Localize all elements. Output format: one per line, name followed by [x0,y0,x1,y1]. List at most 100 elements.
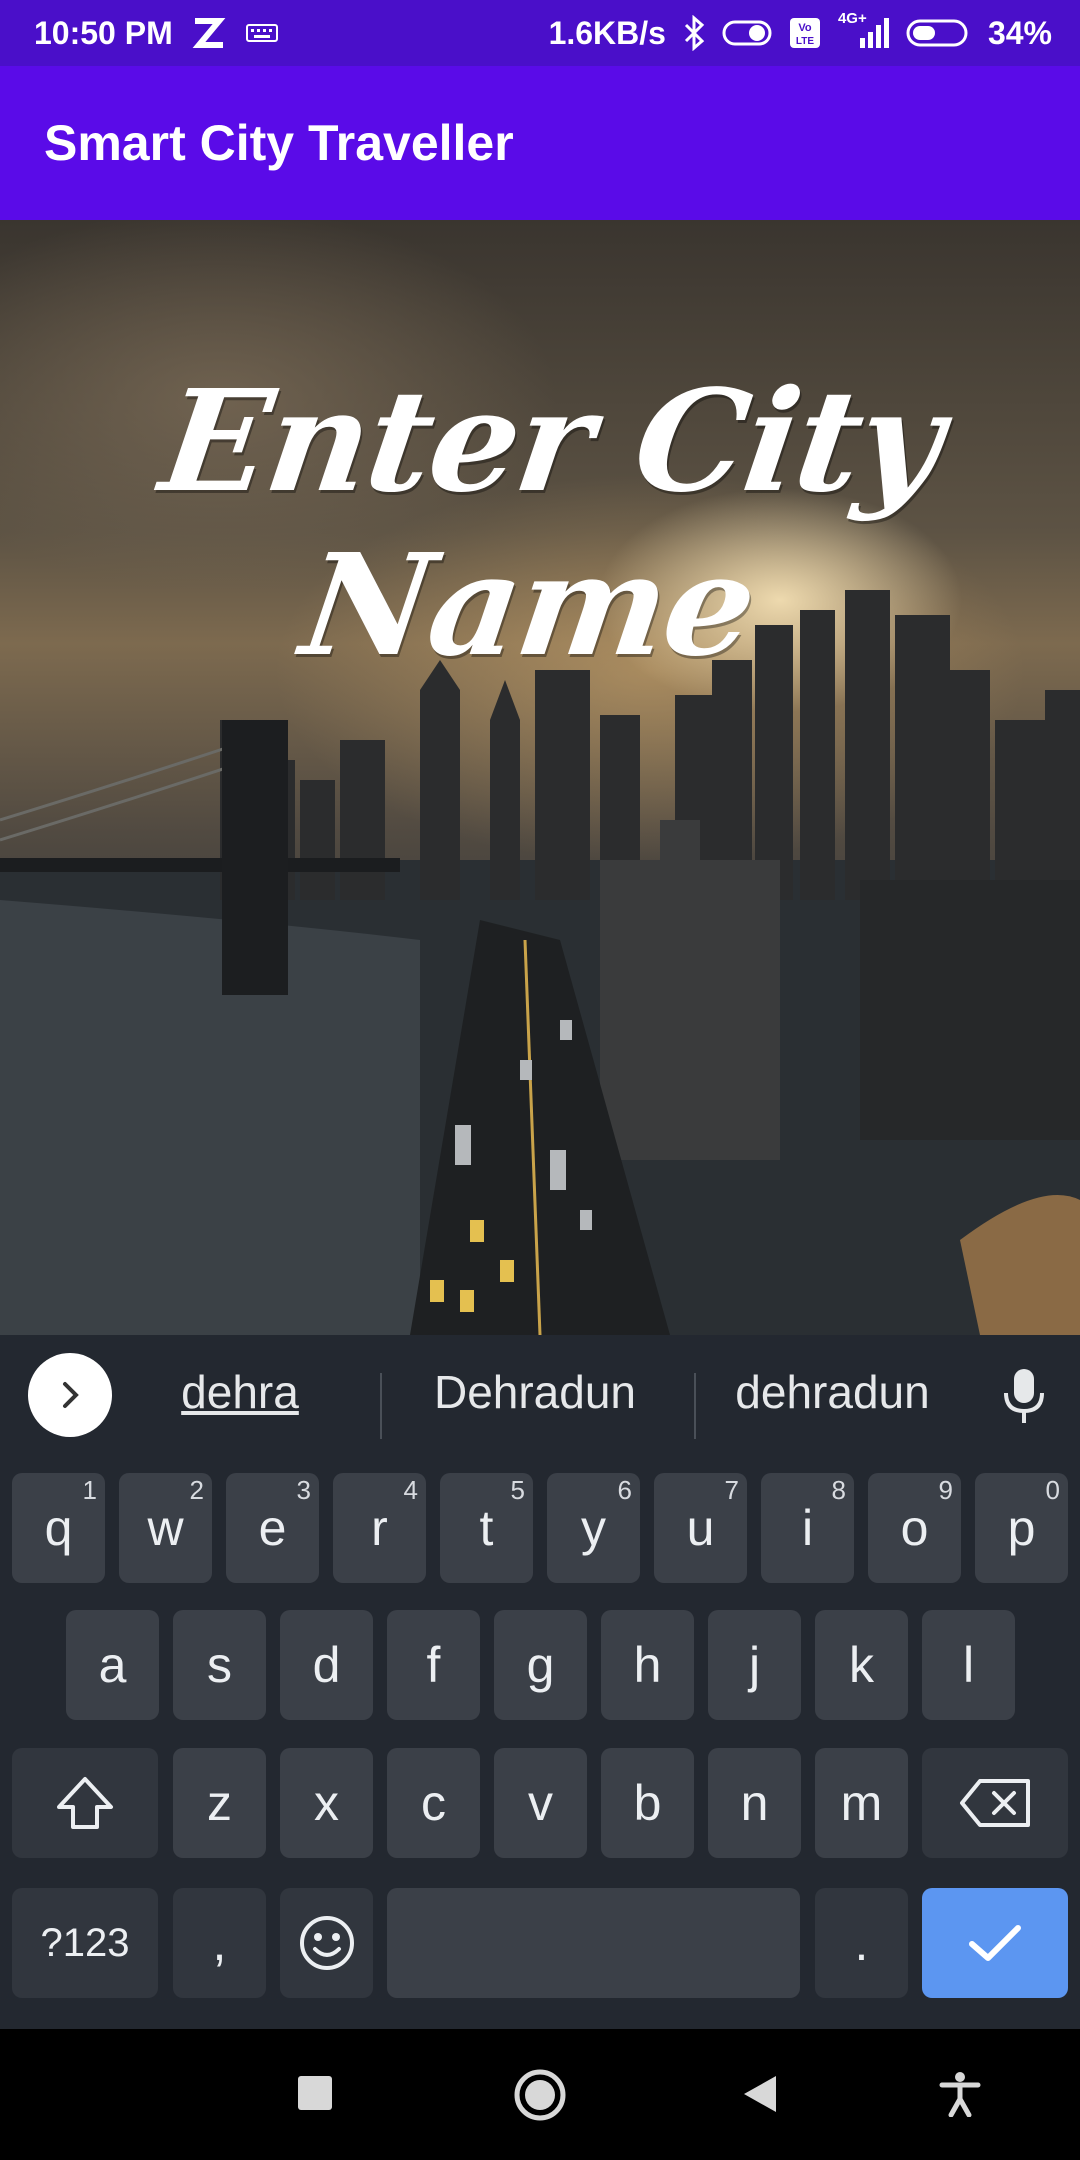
check-icon [969,1925,1021,1961]
backspace-icon [960,1779,1030,1827]
key-hint: 7 [724,1475,739,1505]
navigation-bar [0,2029,1080,2160]
key-hint: 4 [403,1475,418,1505]
network-speed: 1.6KB/s [548,14,666,51]
key-q[interactable]: q1 [12,1473,105,1583]
key-k[interactable]: k [815,1610,908,1720]
suggestion-3[interactable]: dehradun [710,1365,955,1419]
key-l[interactable]: l [922,1610,1015,1720]
key-label: v [528,1775,553,1831]
key-label: ?123 [40,1920,130,1965]
key-d[interactable]: d [280,1610,373,1720]
city-background-image: Enter City Name dehra [0,220,1080,1335]
symbols-key[interactable]: ?123 [12,1888,158,1998]
key-c[interactable]: c [387,1748,480,1858]
key-label: o [900,1500,929,1556]
key-label: i [801,1500,814,1556]
key-label: l [962,1637,975,1693]
key-label: u [686,1500,715,1556]
key-label: p [1007,1500,1036,1556]
key-label: x [314,1775,339,1831]
key-label: n [740,1775,769,1831]
key-g[interactable]: g [494,1610,587,1720]
key-x[interactable]: x [280,1748,373,1858]
app-notification-icon [189,15,229,51]
key-label: a [98,1637,127,1693]
key-hint: 9 [938,1475,953,1505]
key-label: j [748,1637,761,1693]
key-e[interactable]: e3 [226,1473,319,1583]
bluetooth-icon [682,15,706,51]
app-title: Smart City Traveller [44,115,514,171]
screen: 10:50 PM 1.6KB/s Vo LTE 4G+ 34% Smart Ci… [0,0,1080,2160]
key-p[interactable]: p0 [975,1473,1068,1583]
key-label: r [371,1500,388,1556]
key-s[interactable]: s [173,1610,266,1720]
key-hint: 2 [189,1475,204,1505]
key-z[interactable]: z [173,1748,266,1858]
key-hint: 1 [82,1475,97,1505]
suggestion-divider [380,1373,382,1439]
home-icon[interactable] [512,2067,568,2128]
shift-icon [57,1777,113,1829]
key-w[interactable]: w2 [119,1473,212,1583]
key-i[interactable]: i8 [761,1473,854,1583]
accessibility-icon[interactable] [939,2071,981,2122]
svg-text:Vo: Vo [798,22,812,34]
key-n[interactable]: n [708,1748,801,1858]
emoji-icon [299,1916,354,1970]
signal-icon: 4G+ [838,10,890,50]
shift-key[interactable] [12,1748,158,1858]
key-t[interactable]: t5 [440,1473,533,1583]
volte-icon: Vo LTE [788,16,822,50]
key-label: q [44,1500,73,1556]
key-j[interactable]: j [708,1610,801,1720]
key-hint: 5 [510,1475,525,1505]
key-label: z [207,1775,232,1831]
key-m[interactable]: m [815,1748,908,1858]
expand-toolbar-button[interactable] [28,1353,112,1437]
period-key[interactable]: . [815,1888,908,1998]
toggle-icon [722,18,772,48]
comma-key[interactable]: , [173,1888,266,1998]
suggestion-2[interactable]: Dehradun [405,1365,665,1419]
chevron-right-icon [63,1382,79,1408]
key-label: f [426,1637,441,1693]
status-time: 10:50 PM [34,14,173,51]
enter-key[interactable] [922,1888,1068,1998]
key-label: d [312,1637,341,1693]
app-bar: Smart City Traveller [0,66,1080,220]
key-v[interactable]: v [494,1748,587,1858]
key-r[interactable]: r4 [333,1473,426,1583]
emoji-key[interactable] [280,1888,373,1998]
key-y[interactable]: y6 [547,1473,640,1583]
key-o[interactable]: o9 [868,1473,961,1583]
key-label: m [840,1775,883,1831]
key-h[interactable]: h [601,1610,694,1720]
key-label: s [207,1637,232,1693]
key-label: t [479,1500,494,1556]
key-label: y [581,1500,606,1556]
key-b[interactable]: b [601,1748,694,1858]
back-icon[interactable] [740,2074,780,2119]
recent-apps-icon[interactable] [298,2076,332,2110]
key-hint: 3 [296,1475,311,1505]
suggestion-strip: dehra Dehradun dehradun [0,1335,1080,1459]
key-label: . [854,1915,869,1971]
enter-city-heading: Enter City Name [152,360,951,688]
keyboard-icon [245,21,279,45]
key-u[interactable]: u7 [654,1473,747,1583]
key-label: c [421,1775,446,1831]
key-label: e [258,1500,287,1556]
key-label: g [526,1637,555,1693]
key-f[interactable]: f [387,1610,480,1720]
suggestion-1[interactable]: dehra [165,1365,315,1419]
battery-percent: 34% [987,14,1052,51]
key-a[interactable]: a [66,1610,159,1720]
status-bar: 10:50 PM 1.6KB/s Vo LTE 4G+ 34% [0,0,1080,66]
microphone-icon[interactable] [1000,1365,1048,1440]
space-key[interactable] [387,1888,800,1998]
suggestion-divider [694,1373,696,1439]
key-hint: 6 [617,1475,632,1505]
backspace-key[interactable] [922,1748,1068,1858]
